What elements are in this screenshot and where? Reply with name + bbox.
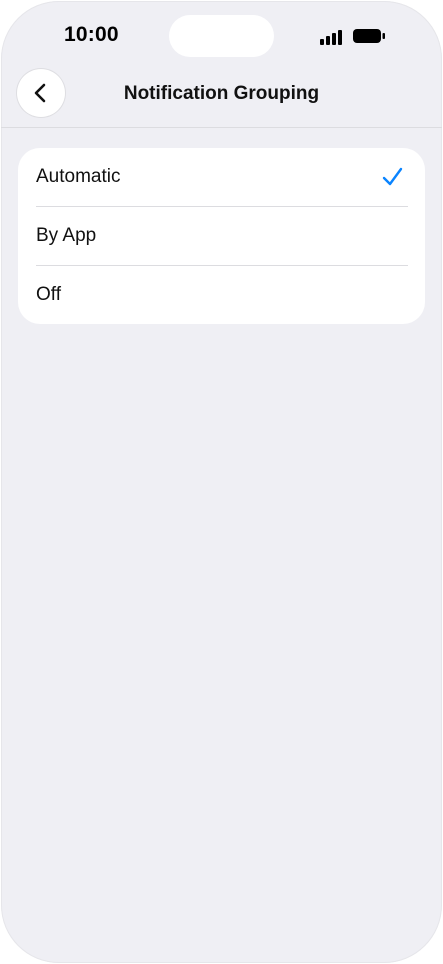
- dynamic-island: [169, 15, 274, 57]
- page-title: Notification Grouping: [123, 83, 320, 104]
- option-label: By App: [36, 225, 97, 246]
- option-label: Automatic: [36, 166, 121, 187]
- option-label: Off: [36, 284, 61, 305]
- battery-icon: [353, 29, 385, 43]
- status-time: 10:00: [64, 23, 119, 46]
- checkmark-icon: [382, 167, 403, 186]
- grouping-options-list: Automatic By App Off: [18, 148, 425, 324]
- option-automatic[interactable]: Automatic: [18, 148, 425, 206]
- option-by-app[interactable]: By App: [18, 207, 425, 265]
- nav-bar: Notification Grouping: [1, 61, 442, 128]
- status-bar: 10:00: [1, 1, 442, 61]
- phone-screen: 10:00 Notification Grouping Automatic By…: [1, 1, 442, 963]
- signal-icon: [320, 30, 342, 45]
- option-off[interactable]: Off: [18, 266, 425, 324]
